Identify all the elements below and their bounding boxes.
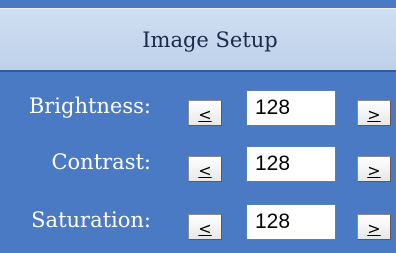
image-setup-panel: Image Setup Brightness: < 128 > Contrast… [0,0,396,253]
contrast-row: Contrast: < 128 > [0,142,396,190]
brightness-value-field[interactable]: 128 [246,90,336,126]
contrast-label: Contrast: [51,150,151,174]
saturation-value-field[interactable]: 128 [246,204,336,240]
panel-header: Image Setup [0,8,396,72]
saturation-label: Saturation: [31,208,151,232]
contrast-decrease-button[interactable]: < [188,156,222,182]
saturation-increase-button[interactable]: > [357,214,391,240]
saturation-row: Saturation: < 128 > [0,200,396,248]
panel-title: Image Setup [142,27,278,52]
brightness-row: Brightness: < 128 > [0,86,396,134]
brightness-label: Brightness: [28,94,151,118]
brightness-increase-button[interactable]: > [357,100,391,126]
brightness-decrease-button[interactable]: < [188,100,222,126]
contrast-value-field[interactable]: 128 [246,146,336,182]
saturation-decrease-button[interactable]: < [188,214,222,240]
contrast-increase-button[interactable]: > [357,156,391,182]
